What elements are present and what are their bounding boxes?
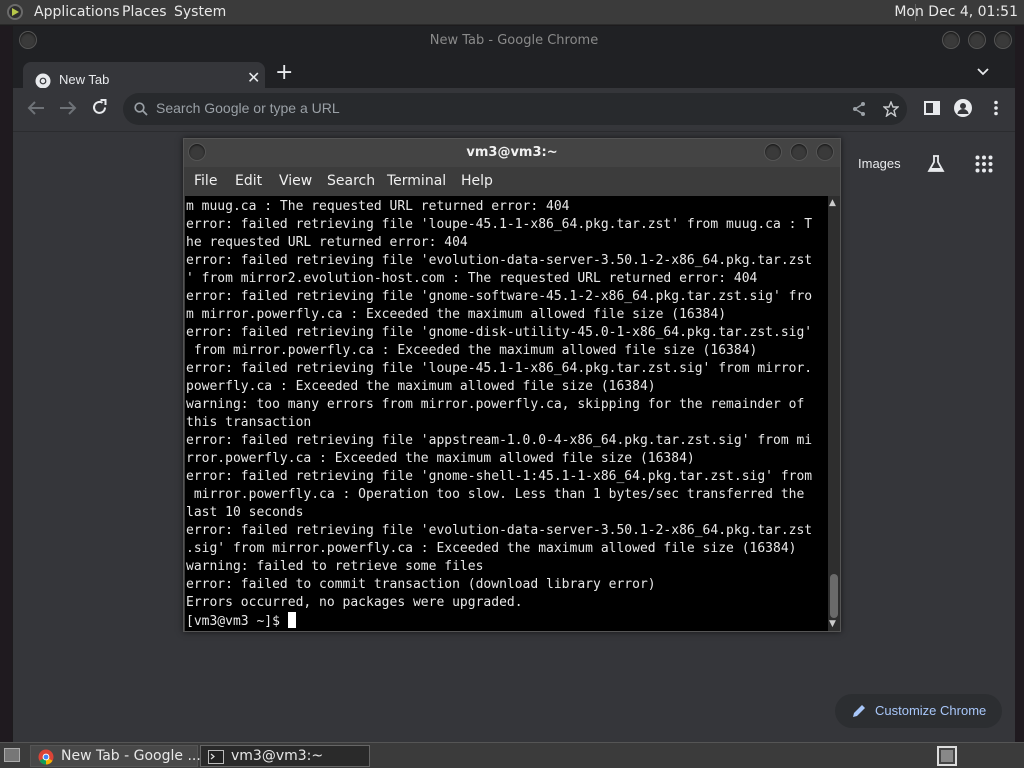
terminal-line: error: failed retrieving file 'appstream… xyxy=(186,433,813,448)
terminal-line: warning: failed to retrieve some files xyxy=(186,559,484,574)
terminal-menubar: File Edit View Search Terminal Help xyxy=(184,167,840,196)
terminal-line: this transaction xyxy=(186,415,312,430)
back-arrow-icon[interactable] xyxy=(27,100,45,116)
chrome-titlebar[interactable]: New Tab - Google Chrome xyxy=(13,26,1015,56)
minimize-icon[interactable] xyxy=(942,31,960,49)
terminal-scrollbar[interactable]: ▲ ▼ xyxy=(828,196,840,631)
chrome-logo-icon xyxy=(35,73,51,89)
address-bar[interactable]: Search Google or type a URL xyxy=(123,93,907,125)
search-icon xyxy=(134,102,148,116)
scroll-up-icon[interactable]: ▲ xyxy=(829,198,836,208)
terminal-prompt: [vm3@vm3 ~]$ xyxy=(186,614,288,629)
menu-help[interactable]: Help xyxy=(461,173,493,189)
menu-view[interactable]: View xyxy=(279,173,312,189)
terminal-line: error: failed retrieving file 'gnome-she… xyxy=(186,469,813,484)
terminal-line: error: failed retrieving file 'evolution… xyxy=(186,253,813,268)
terminal-line: error: failed retrieving file 'gnome-sof… xyxy=(186,289,813,304)
terminal-line: rror.powerfly.ca : Exceeded the maximum … xyxy=(186,451,695,466)
desktop-background xyxy=(1015,26,1024,742)
terminal-line: error: failed retrieving file 'loupe-45.… xyxy=(186,361,813,376)
terminal-line: error: failed retrieving file 'evolution… xyxy=(186,523,813,538)
close-window-icon[interactable] xyxy=(994,31,1012,49)
chrome-logo-icon xyxy=(38,749,54,765)
terminal-output: m muug.ca : The requested URL returned e… xyxy=(186,198,812,631)
customize-chrome-label: Customize Chrome xyxy=(875,703,987,718)
terminal-line: from mirror.powerfly.ca : Exceeded the m… xyxy=(186,343,758,358)
desktop-background xyxy=(0,26,12,742)
close-window-icon[interactable] xyxy=(816,143,834,161)
task-chrome-label: New Tab - Google ... xyxy=(61,748,201,764)
terminal-window: vm3@vm3:~ File Edit View Search Terminal… xyxy=(183,138,841,632)
minimize-icon[interactable] xyxy=(764,143,782,161)
terminal-titlebar[interactable]: vm3@vm3:~ xyxy=(184,139,840,167)
side-panel-icon[interactable] xyxy=(924,101,940,115)
show-desktop-icon[interactable] xyxy=(4,748,20,762)
menu-edit[interactable]: Edit xyxy=(235,173,262,189)
labs-flask-icon[interactable] xyxy=(926,154,946,174)
new-tab-button[interactable]: + xyxy=(275,60,293,85)
menu-file[interactable]: File xyxy=(194,173,217,189)
pencil-icon xyxy=(853,705,865,717)
terminal-line: powerfly.ca : Exceeded the maximum allow… xyxy=(186,379,656,394)
tab-close-icon[interactable]: ✕ xyxy=(247,68,260,87)
apps-grid-icon[interactable] xyxy=(975,155,993,173)
terminal-line: error: failed retrieving file 'gnome-dis… xyxy=(186,325,813,340)
images-link[interactable]: Images xyxy=(858,156,901,171)
menu-terminal[interactable]: Terminal xyxy=(387,173,446,189)
maximize-icon[interactable] xyxy=(968,31,986,49)
terminal-line: Errors occurred, no packages were upgrad… xyxy=(186,595,523,610)
profile-avatar-icon[interactable] xyxy=(954,99,972,117)
gnome-foot-icon[interactable] xyxy=(7,4,23,20)
share-icon[interactable] xyxy=(851,101,867,117)
task-terminal-label: vm3@vm3:~ xyxy=(231,748,324,764)
customize-chrome-button[interactable]: Customize Chrome xyxy=(835,694,1002,728)
terminal-title: vm3@vm3:~ xyxy=(466,145,558,160)
task-chrome[interactable]: New Tab - Google ... xyxy=(30,745,201,767)
reload-icon[interactable] xyxy=(91,99,108,116)
terminal-line: warning: too many errors from mirror.pow… xyxy=(186,397,805,412)
workspace-switcher[interactable] xyxy=(937,746,957,766)
terminal-line: error: failed to commit transaction (dow… xyxy=(186,577,656,592)
menu-system[interactable]: System xyxy=(174,4,226,20)
terminal-icon xyxy=(208,750,224,764)
terminal-line: mirror.powerfly.ca : Operation too slow.… xyxy=(186,487,805,502)
scrollbar-thumb[interactable] xyxy=(830,574,838,618)
terminal-line: m mirror.powerfly.ca : Exceeded the maxi… xyxy=(186,307,727,322)
terminal-cursor xyxy=(287,612,296,628)
address-bar-placeholder: Search Google or type a URL xyxy=(156,100,340,116)
terminal-line: last 10 seconds xyxy=(186,505,304,520)
menu-applications[interactable]: Applications xyxy=(34,4,120,20)
more-menu-icon[interactable] xyxy=(993,100,999,116)
bottom-taskbar: New Tab - Google ... vm3@vm3:~ xyxy=(0,742,1024,768)
chrome-window-title: New Tab - Google Chrome xyxy=(429,33,599,48)
forward-arrow-icon[interactable] xyxy=(59,100,77,116)
bookmark-star-icon[interactable] xyxy=(883,101,899,117)
chrome-toolbar: Search Google or type a URL xyxy=(13,88,1015,130)
terminal-line: he requested URL returned error: 404 xyxy=(186,235,468,250)
terminal-line: error: failed retrieving file 'loupe-45.… xyxy=(186,217,813,232)
menu-places[interactable]: Places xyxy=(122,4,167,20)
menu-search[interactable]: Search xyxy=(327,173,375,189)
tab-title: New Tab xyxy=(59,72,110,87)
chevron-down-icon[interactable] xyxy=(977,68,989,76)
task-terminal[interactable]: vm3@vm3:~ xyxy=(200,745,370,767)
terminal-prompt-line: [vm3@vm3 ~]$ xyxy=(186,612,812,631)
top-panel: Applications Places System Mon Dec 4, 01… xyxy=(0,0,1024,25)
terminal-line: ' from mirror2.evolution-host.com : The … xyxy=(186,271,758,286)
clock[interactable]: Mon Dec 4, 01:51 xyxy=(894,4,1018,20)
terminal-screen[interactable]: m muug.ca : The requested URL returned e… xyxy=(185,196,828,631)
terminal-line: m muug.ca : The requested URL returned e… xyxy=(186,199,570,214)
scroll-down-icon[interactable]: ▼ xyxy=(829,619,836,629)
terminal-line: .sig' from mirror.powerfly.ca : Exceeded… xyxy=(186,541,797,556)
maximize-icon[interactable] xyxy=(790,143,808,161)
